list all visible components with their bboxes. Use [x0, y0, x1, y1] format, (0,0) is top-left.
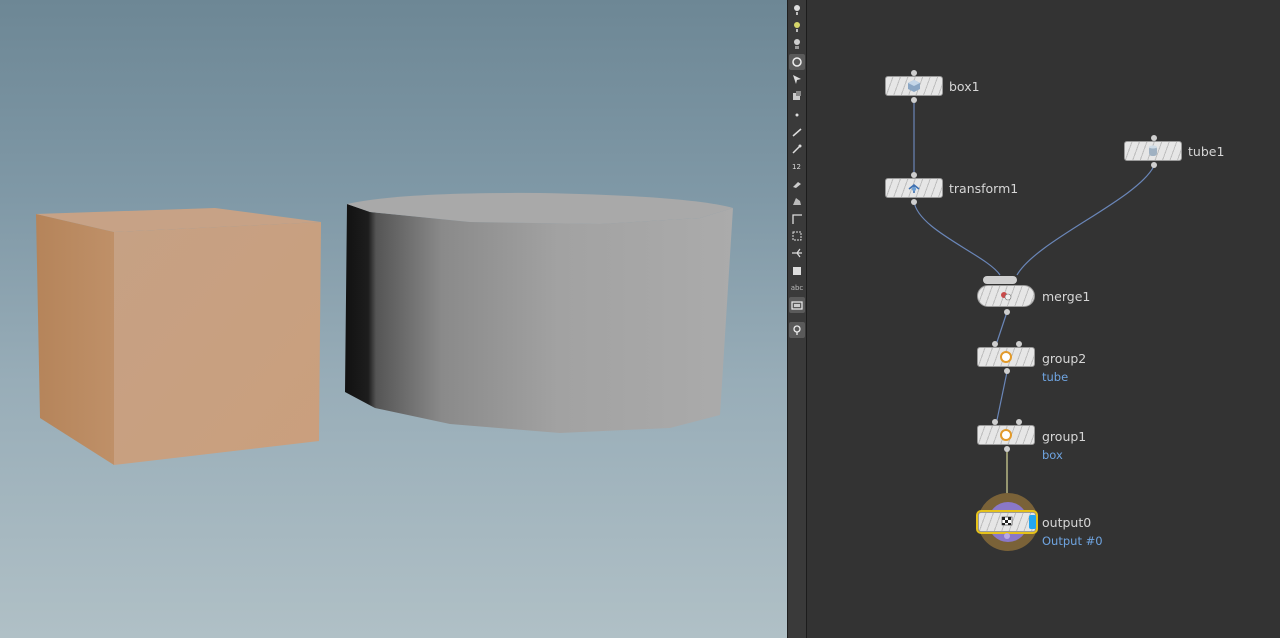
pin-icon[interactable] — [789, 322, 805, 338]
scene-render — [36, 192, 733, 465]
transform-node-icon — [908, 183, 920, 193]
svg-text:12: 12 — [792, 163, 801, 171]
merge-input-bar[interactable] — [983, 276, 1017, 284]
light-icon[interactable] — [789, 19, 805, 35]
node-group1[interactable] — [977, 425, 1035, 445]
node-group2[interactable] — [977, 347, 1035, 367]
snap-icon[interactable] — [789, 228, 805, 244]
edge-icon[interactable] — [789, 124, 805, 140]
node-label-output0: output0 — [1042, 515, 1092, 530]
display-flag[interactable] — [1029, 515, 1036, 529]
output-connector[interactable] — [911, 97, 917, 103]
node-comment-output0: Output #0 — [1042, 534, 1103, 548]
output-connector[interactable] — [1004, 446, 1010, 452]
select-icon[interactable] — [789, 71, 805, 87]
text-tool[interactable]: abc — [789, 280, 805, 296]
node-comment-group2: tube — [1042, 370, 1069, 384]
viewport-3d[interactable] — [0, 0, 787, 638]
network-editor[interactable]: box1 transform1 tube1 merge1 group2 tube… — [807, 0, 1280, 638]
join-icon[interactable] — [789, 245, 805, 261]
group-node-icon — [1000, 429, 1012, 441]
light-icon[interactable] — [789, 36, 805, 52]
node-label-box1: box1 — [949, 79, 980, 94]
node-box1[interactable] — [885, 76, 943, 96]
node-label-transform1: transform1 — [949, 181, 1019, 196]
tool-shelf: 12 abc — [787, 0, 808, 638]
node-merge1[interactable] — [977, 285, 1035, 307]
tube-node-icon — [1149, 145, 1157, 156]
camera-icon[interactable] — [789, 54, 805, 70]
view-icon[interactable] — [789, 297, 805, 313]
output-connector[interactable] — [1004, 533, 1010, 539]
node-tube1[interactable] — [1124, 141, 1182, 161]
box-object — [36, 208, 321, 465]
group-node-icon — [1000, 351, 1012, 363]
wire-group2-group1 — [996, 371, 1008, 421]
output-connector[interactable] — [1151, 162, 1157, 168]
transform-icon[interactable] — [789, 88, 805, 104]
node-label-group1: group1 — [1042, 429, 1087, 444]
wire-transform1-merge1 — [913, 200, 1001, 276]
output-connector[interactable] — [911, 199, 917, 205]
node-label-group2: group2 — [1042, 351, 1087, 366]
point-icon[interactable] — [789, 107, 805, 123]
merge-node-icon — [1001, 292, 1012, 301]
corner-icon[interactable] — [789, 211, 805, 227]
light-icon[interactable] — [789, 2, 805, 18]
tube-object — [345, 192, 733, 433]
number-icon[interactable]: 12 — [789, 158, 805, 174]
output-connector[interactable] — [1004, 309, 1010, 315]
node-output0[interactable] — [976, 510, 1038, 534]
output-connector[interactable] — [1004, 368, 1010, 374]
node-label-tube1: tube1 — [1188, 144, 1225, 159]
node-comment-group1: box — [1042, 448, 1063, 462]
sculpt-icon[interactable] — [789, 193, 805, 209]
node-transform1[interactable] — [885, 178, 943, 198]
pen-icon[interactable] — [789, 141, 805, 157]
box-node-icon — [908, 80, 920, 92]
brush-icon[interactable] — [789, 176, 805, 192]
box-icon[interactable] — [789, 263, 805, 279]
wire-tube1-merge1 — [1016, 165, 1155, 276]
node-label-merge1: merge1 — [1042, 289, 1091, 304]
wire-merge1-group2 — [996, 311, 1008, 343]
output-flag-icon — [1001, 516, 1013, 526]
